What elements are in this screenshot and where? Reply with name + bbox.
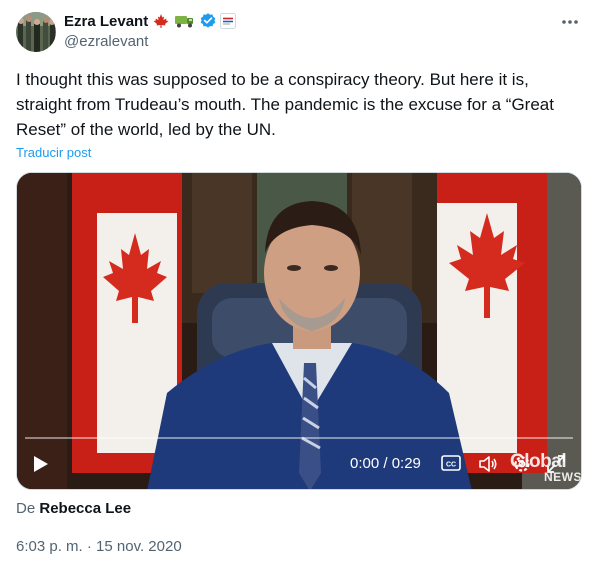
volume-icon[interactable] — [477, 453, 499, 475]
settings-gear-icon[interactable] — [511, 453, 533, 475]
svg-text:CC: CC — [446, 462, 456, 469]
truck-icon — [174, 13, 196, 29]
video-source: De Rebecca Lee — [16, 500, 131, 517]
play-icon[interactable] — [29, 453, 51, 475]
source-prefix: De — [16, 500, 36, 517]
canada-flag-icon — [151, 13, 171, 29]
verified-badge-icon[interactable] — [199, 12, 217, 30]
affiliate-badge-icon[interactable] — [220, 13, 237, 29]
translate-link[interactable]: Traducir post — [16, 145, 91, 160]
video-player[interactable]: Global NEWS 0:00 / 0:29 CC — [16, 172, 582, 490]
tweet-timestamp[interactable]: 6:03 p. m. · 15 nov. 2020 — [16, 538, 182, 555]
fullscreen-expand-icon[interactable] — [545, 453, 567, 475]
source-author-link[interactable]: Rebecca Lee — [39, 500, 131, 517]
author-name-row: Ezra Levant — [64, 11, 237, 31]
tweet-card: Ezra Levant @ezralevant I thought this w… — [0, 0, 598, 568]
video-controls: 0:00 / 0:29 CC — [17, 439, 581, 489]
avatar[interactable] — [16, 12, 56, 52]
author-handle[interactable]: @ezralevant — [64, 33, 148, 50]
video-time: 0:00 / 0:29 — [350, 455, 421, 472]
closed-captions-icon[interactable]: CC — [441, 454, 461, 472]
more-options-icon[interactable] — [556, 11, 584, 33]
author-name[interactable]: Ezra Levant — [64, 13, 148, 30]
tweet-text: I thought this was supposed to be a cons… — [16, 70, 554, 139]
